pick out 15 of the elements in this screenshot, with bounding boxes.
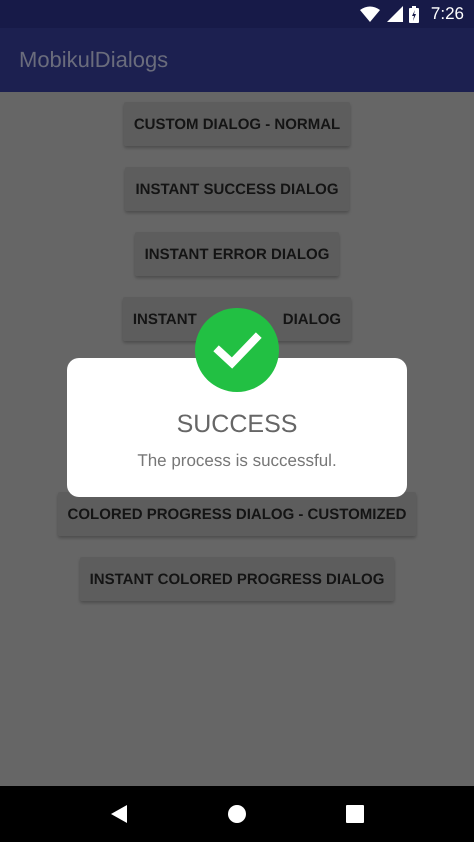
back-icon[interactable] xyxy=(110,804,128,824)
recents-icon[interactable] xyxy=(346,805,364,823)
home-icon[interactable] xyxy=(226,804,247,824)
dialog-button[interactable]: INSTANT COLORED PROGRESS DIALOG xyxy=(80,557,394,601)
dialog-button[interactable]: CUSTOM DIALOG - NORMAL xyxy=(124,102,350,146)
dialog-button[interactable]: INSTANT ERROR DIALOG xyxy=(134,232,340,276)
wifi-icon xyxy=(358,6,381,22)
signal-icon xyxy=(386,6,403,22)
dialog-button[interactable]: COLORED PROGRESS DIALOG - CUSTOMIZED xyxy=(58,492,416,536)
dialog-title: SUCCESS xyxy=(176,410,298,439)
dialog-button[interactable]: INSTANT SUCCESS DIALOG xyxy=(125,167,349,211)
dialog-message: The process is successful. xyxy=(137,451,337,471)
clock-time: 7:26 xyxy=(430,4,464,24)
battery-icon xyxy=(408,6,419,22)
app-title: MobikulDialogs xyxy=(19,47,168,73)
